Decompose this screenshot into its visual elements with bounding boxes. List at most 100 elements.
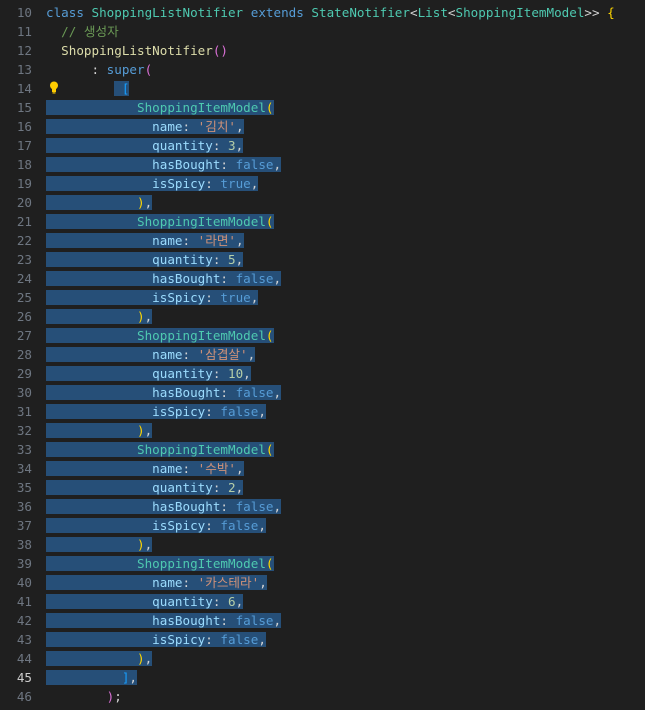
- code-token: '수박': [197, 461, 237, 476]
- code-line[interactable]: 38 ),: [0, 535, 645, 554]
- code-token: >>: [584, 5, 608, 20]
- code-token: (: [144, 62, 153, 77]
- code-line[interactable]: 21 ShoppingItemModel(: [0, 212, 645, 231]
- code-token: ,: [273, 613, 282, 628]
- code-line[interactable]: 40 name: '카스테라',: [0, 573, 645, 592]
- line-number: 45: [16, 670, 32, 685]
- code-line[interactable]: 26 ),: [0, 307, 645, 326]
- code-line[interactable]: 39 ShoppingItemModel(: [0, 554, 645, 573]
- code-line[interactable]: 44 ),: [0, 649, 645, 668]
- code-line[interactable]: 37 isSpicy: false,: [0, 516, 645, 535]
- line-number: 42: [16, 613, 32, 628]
- code-line[interactable]: 29 quantity: 10,: [0, 364, 645, 383]
- code-token: extends: [250, 5, 312, 20]
- code-token: <: [409, 5, 418, 20]
- code-token: ): [137, 537, 145, 552]
- code-line[interactable]: 35 quantity: 2,: [0, 478, 645, 497]
- code-text: hasBought: false,: [46, 155, 282, 174]
- line-number: 26: [16, 309, 32, 324]
- code-line[interactable]: 15 ShoppingItemModel(: [0, 98, 645, 117]
- code-line[interactable]: 14 [: [0, 79, 645, 98]
- code-line[interactable]: 10 class ShoppingListNotifier extends Sta…: [0, 3, 645, 22]
- code-line[interactable]: 31 isSpicy: false,: [0, 402, 645, 421]
- code-token: ,: [235, 138, 244, 153]
- code-token: :: [182, 461, 198, 476]
- line-number: 15: [16, 100, 32, 115]
- code-token: (: [265, 328, 274, 343]
- code-token: isSpicy: [152, 290, 206, 305]
- code-token: ShoppingItemModel: [137, 328, 266, 343]
- code-line[interactable]: 24 hasBought: false,: [0, 269, 645, 288]
- code-line[interactable]: 45 ],: [0, 668, 645, 687]
- code-line[interactable]: 23 quantity: 5,: [0, 250, 645, 269]
- code-token: :: [220, 499, 236, 514]
- line-number: 40: [16, 575, 32, 590]
- code-editor[interactable]: 10 class ShoppingListNotifier extends Sta…: [0, 3, 645, 706]
- line-number: 11: [16, 24, 32, 39]
- code-line[interactable]: 28 name: '삼겹살',: [0, 345, 645, 364]
- code-token: ,: [129, 670, 138, 685]
- code-token: [46, 271, 153, 286]
- code-token: [46, 442, 137, 457]
- code-token: :: [46, 62, 107, 77]
- line-number: 22: [16, 233, 32, 248]
- code-line[interactable]: 27 ShoppingItemModel(: [0, 326, 645, 345]
- code-line[interactable]: 41 quantity: 6,: [0, 592, 645, 611]
- line-number: 10: [16, 5, 32, 20]
- line-number: 18: [16, 157, 32, 172]
- code-token: [46, 309, 137, 324]
- line-number: 30: [16, 385, 32, 400]
- code-token: :: [182, 233, 198, 248]
- code-line[interactable]: 13 : super(: [0, 60, 645, 79]
- code-line[interactable]: 33 ShoppingItemModel(: [0, 440, 645, 459]
- code-token: isSpicy: [152, 176, 206, 191]
- code-line[interactable]: 20 ),: [0, 193, 645, 212]
- code-token: ): [137, 195, 145, 210]
- code-token: ,: [258, 404, 266, 419]
- code-token: true: [220, 290, 251, 305]
- code-line[interactable]: 36 hasBought: false,: [0, 497, 645, 516]
- code-token: [46, 138, 153, 153]
- code-text: isSpicy: true,: [46, 174, 259, 193]
- code-line[interactable]: 18 hasBought: false,: [0, 155, 645, 174]
- code-token: [46, 385, 153, 400]
- code-line[interactable]: 12 ShoppingListNotifier(): [0, 41, 645, 60]
- code-token: [46, 575, 153, 590]
- code-token: :: [182, 347, 198, 362]
- code-token: quantity: [152, 252, 213, 267]
- code-line[interactable]: 46 );: [0, 687, 645, 706]
- code-token: ShoppingListNotifier: [91, 5, 251, 20]
- code-token: isSpicy: [152, 404, 206, 419]
- code-line[interactable]: 42 hasBought: false,: [0, 611, 645, 630]
- code-token: :: [220, 385, 236, 400]
- code-token: [46, 328, 137, 343]
- code-token: [46, 347, 153, 362]
- line-number: 33: [16, 442, 32, 457]
- code-text: ],: [46, 668, 138, 687]
- code-line[interactable]: 25 isSpicy: true,: [0, 288, 645, 307]
- code-line[interactable]: 19 isSpicy: true,: [0, 174, 645, 193]
- code-text: : super(: [46, 60, 152, 79]
- line-number: 27: [16, 328, 32, 343]
- code-token: ,: [144, 651, 153, 666]
- code-token: ): [137, 423, 145, 438]
- code-line[interactable]: 30 hasBought: false,: [0, 383, 645, 402]
- code-line[interactable]: 16 name: '김치',: [0, 117, 645, 136]
- code-token: [46, 252, 153, 267]
- code-line[interactable]: 17 quantity: 3,: [0, 136, 645, 155]
- code-token: [46, 556, 137, 571]
- code-token: 10: [228, 366, 244, 381]
- code-line[interactable]: 22 name: '라면',: [0, 231, 645, 250]
- code-line[interactable]: 11 // 생성자: [0, 22, 645, 41]
- code-line[interactable]: 34 name: '수박',: [0, 459, 645, 478]
- code-line[interactable]: 32 ),: [0, 421, 645, 440]
- code-token: [46, 404, 153, 419]
- code-token: name: [152, 575, 183, 590]
- code-token: quantity: [152, 480, 213, 495]
- line-number: 12: [16, 43, 32, 58]
- line-number: 16: [16, 119, 32, 134]
- code-line[interactable]: 43 isSpicy: false,: [0, 630, 645, 649]
- code-text: isSpicy: false,: [46, 630, 266, 649]
- code-token: [46, 499, 153, 514]
- code-text: ShoppingItemModel(: [46, 440, 274, 459]
